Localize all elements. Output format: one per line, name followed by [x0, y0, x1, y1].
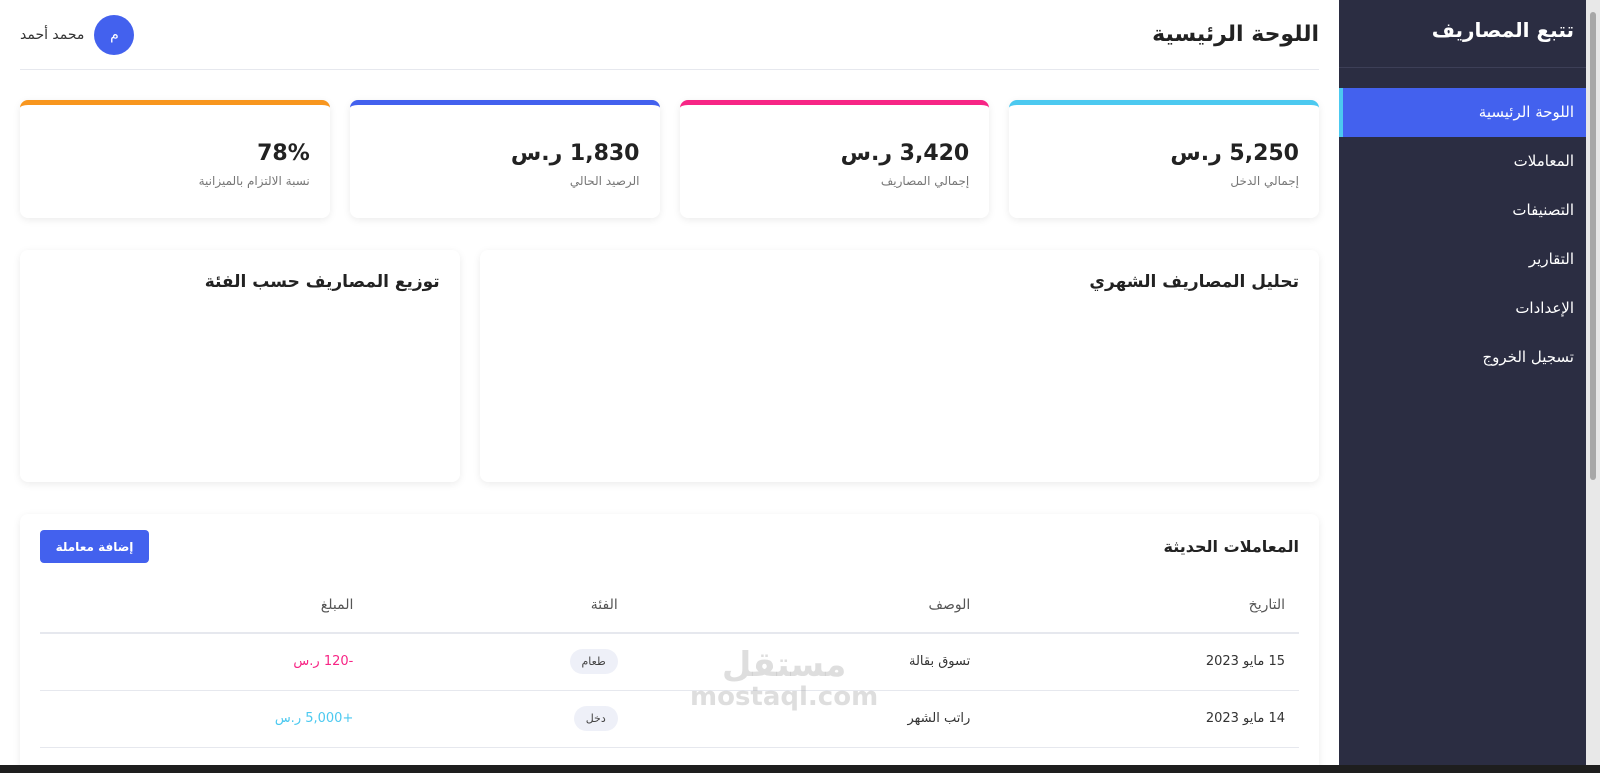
amount-value: -120 ر.س	[293, 654, 354, 670]
cell-date: 14 مايو 2023	[984, 690, 1299, 748]
cell-amount: -120 ر.س	[40, 633, 368, 691]
cell-date: 15 مايو 2023	[984, 633, 1299, 691]
sidebar-item-settings[interactable]: الإعدادات	[1339, 284, 1600, 333]
sidebar-item-transactions[interactable]: المعاملات	[1339, 137, 1600, 186]
stat-value: 5,250 ر.س	[1170, 141, 1299, 166]
stat-card-balance: 1,830 ر.س الرصيد الحالي	[349, 100, 660, 218]
category-chart-title: توزيع المصاريف حسب الفئة	[204, 272, 440, 292]
vertical-scrollbar[interactable]	[1586, 0, 1600, 765]
column-header-date[interactable]: التاريخ	[984, 577, 1299, 634]
topbar: اللوحة الرئيسية محمد أحمد م	[20, 0, 1319, 70]
sidebar-nav: اللوحة الرئيسية المعاملات التصنيفات التق…	[1339, 88, 1600, 382]
watermark-line1: مستقل	[721, 645, 847, 685]
page-title: اللوحة الرئيسية	[1152, 22, 1319, 47]
app-title: تتبع المصاريف	[1339, 0, 1600, 68]
stat-label: إجمالي الدخل	[1230, 174, 1299, 188]
column-header-amount[interactable]: المبلغ	[40, 577, 368, 634]
stat-label: الرصيد الحالي	[569, 174, 640, 188]
charts-row: تحليل المصاريف الشهري توزيع المصاريف حسب…	[20, 250, 1319, 482]
category-badge: طعام	[569, 649, 618, 675]
table-row[interactable]: 14 مايو 2023 راتب الشهر دخل +5,000 ر.س	[40, 690, 1299, 748]
sidebar-item-dashboard[interactable]: اللوحة الرئيسية	[1339, 88, 1600, 137]
monthly-chart-card: تحليل المصاريف الشهري	[479, 250, 1319, 482]
table-header-row: التاريخ الوصف الفئة المبلغ	[40, 577, 1299, 634]
amount-value: +5,000 ر.س	[274, 711, 354, 726]
user-menu[interactable]: محمد أحمد م	[20, 14, 135, 55]
main-content: اللوحة الرئيسية محمد أحمد م 5,250 ر.س إج…	[0, 0, 1339, 773]
scrollbar-thumb[interactable]	[1590, 12, 1596, 480]
watermark: مستقل mostaql.com	[690, 645, 879, 712]
monthly-chart-title: تحليل المصاريف الشهري	[1089, 272, 1299, 292]
cell-amount: +5,000 ر.س	[40, 690, 368, 748]
transactions-header: المعاملات الحديثة إضافة معاملة	[40, 530, 1299, 563]
stat-value: 78%	[257, 141, 310, 166]
sidebar-item-reports[interactable]: التقارير	[1339, 235, 1600, 284]
sidebar: تتبع المصاريف اللوحة الرئيسية المعاملات …	[1339, 0, 1600, 773]
transactions-card: المعاملات الحديثة إضافة معاملة التاريخ ا…	[20, 514, 1319, 773]
sidebar-item-categories[interactable]: التصنيفات	[1339, 186, 1600, 235]
stat-card-income: 5,250 ر.س إجمالي الدخل	[1009, 100, 1319, 218]
column-header-category[interactable]: الفئة	[367, 577, 632, 634]
user-name: محمد أحمد	[20, 26, 85, 43]
cell-category: طعام	[367, 633, 632, 691]
stat-label: نسبة الالتزام بالميزانية	[198, 174, 310, 188]
transactions-table: التاريخ الوصف الفئة المبلغ 15 مايو 2023 …	[40, 577, 1299, 748]
watermark-line2: mostaql.com	[690, 681, 879, 712]
stat-label: إجمالي المصاريف	[880, 174, 970, 188]
stat-card-expenses: 3,420 ر.س إجمالي المصاريف	[679, 100, 990, 218]
stat-value: 1,830 ر.س	[510, 141, 640, 166]
horizontal-scrollbar[interactable]	[0, 765, 1600, 773]
table-row[interactable]: 15 مايو 2023 تسوق بقالة طعام -120 ر.س	[40, 633, 1299, 691]
add-transaction-button[interactable]: إضافة معاملة	[40, 530, 149, 563]
category-badge: دخل	[573, 706, 618, 731]
transactions-title: المعاملات الحديثة	[1163, 537, 1299, 556]
column-header-description[interactable]: الوصف	[631, 577, 985, 634]
category-chart-card: توزيع المصاريف حسب الفئة	[20, 250, 460, 482]
stats-row: 5,250 ر.س إجمالي الدخل 3,420 ر.س إجمالي …	[20, 100, 1319, 218]
stat-value: 3,420 ر.س	[840, 141, 970, 166]
sidebar-item-logout[interactable]: تسجيل الخروج	[1339, 333, 1600, 382]
stat-card-budget: 78% نسبة الالتزام بالميزانية	[20, 100, 330, 218]
cell-category: دخل	[367, 690, 632, 748]
avatar[interactable]: م	[94, 14, 135, 55]
